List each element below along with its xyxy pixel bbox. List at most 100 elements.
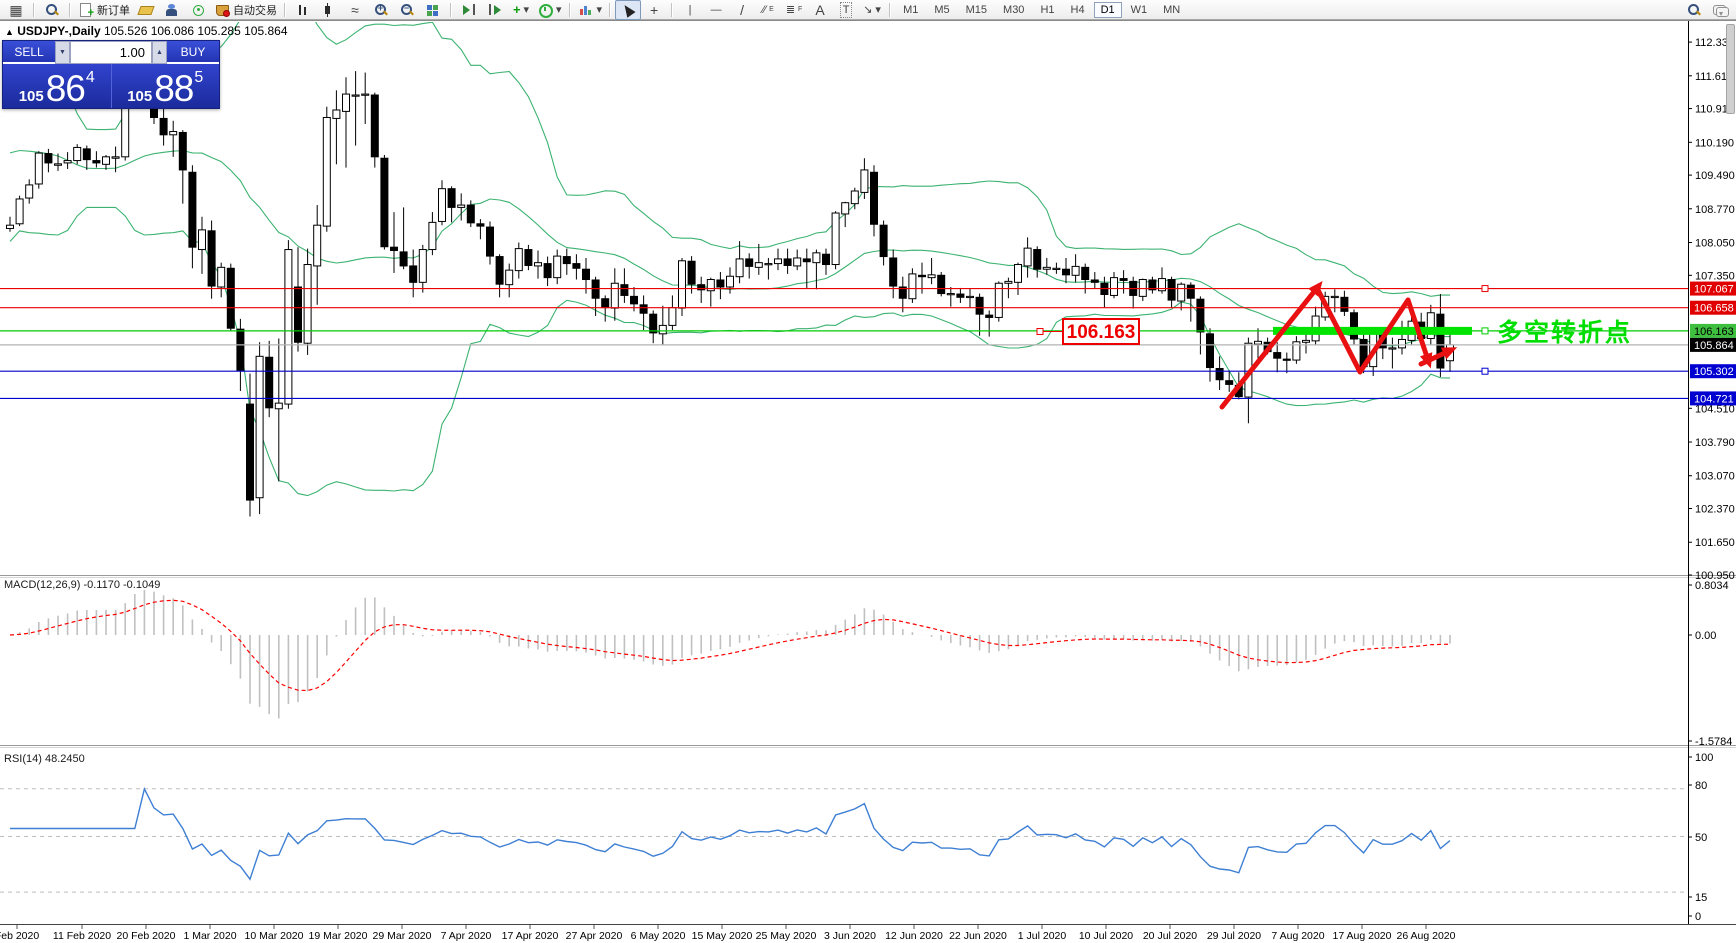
history-center-icon[interactable] bbox=[133, 0, 159, 20]
candlestick-chart-icon[interactable] bbox=[316, 0, 342, 20]
chart-list-icon[interactable]: ▦ bbox=[3, 0, 29, 20]
svg-text:7 Aug 2020: 7 Aug 2020 bbox=[1271, 930, 1324, 942]
timeframe-m5[interactable]: M5 bbox=[927, 2, 956, 18]
search-icon[interactable] bbox=[1681, 0, 1707, 20]
timeframe-h4[interactable]: H4 bbox=[1064, 2, 1092, 18]
autotrading-icon bbox=[214, 3, 230, 17]
buy-button[interactable]: BUY bbox=[167, 41, 219, 64]
text-label-tool[interactable]: T bbox=[833, 0, 859, 20]
channel-tool[interactable]: ⁄⁄E bbox=[755, 0, 781, 20]
svg-text:105.302: 105.302 bbox=[1694, 366, 1734, 378]
svg-text:19 Mar 2020: 19 Mar 2020 bbox=[309, 930, 368, 942]
line-handle[interactable] bbox=[1482, 286, 1488, 292]
svg-text:20 Feb 2020: 20 Feb 2020 bbox=[117, 930, 176, 942]
svg-text:108.770: 108.770 bbox=[1695, 204, 1735, 216]
new-order-button[interactable]: + 新订单 bbox=[75, 0, 133, 20]
autotrading-button[interactable]: 自动交易 bbox=[211, 0, 280, 20]
sell-button[interactable]: SELL bbox=[3, 41, 55, 64]
svg-text:80: 80 bbox=[1695, 780, 1707, 792]
svg-text:6 May 2020: 6 May 2020 bbox=[631, 930, 686, 942]
svg-text:26 Aug 2020: 26 Aug 2020 bbox=[1397, 930, 1456, 942]
arrows-tool[interactable]: ↘▾ bbox=[859, 0, 885, 20]
svg-text:17 Aug 2020: 17 Aug 2020 bbox=[1333, 930, 1392, 942]
text-tool[interactable]: A bbox=[807, 0, 833, 20]
cursor-tool[interactable] bbox=[615, 0, 641, 20]
svg-text:106.163: 106.163 bbox=[1694, 326, 1734, 338]
collapse-arrow-icon[interactable]: ▲ bbox=[5, 27, 14, 37]
svg-text:108.050: 108.050 bbox=[1695, 238, 1735, 250]
svg-text:103.790: 103.790 bbox=[1695, 437, 1735, 449]
sell-price[interactable]: 105 86 4 bbox=[3, 64, 112, 108]
toolbar-separator bbox=[450, 3, 452, 17]
dropdown-arrow-icon: ▾ bbox=[524, 3, 530, 17]
zoom-out-icon[interactable]: − bbox=[394, 0, 420, 20]
fibonacci-tool[interactable]: ≣F bbox=[781, 0, 807, 20]
svg-text:1 Mar 2020: 1 Mar 2020 bbox=[183, 930, 236, 942]
horizontal-line-tool[interactable]: — bbox=[703, 0, 729, 20]
volume-decrease-button[interactable]: ▼ bbox=[55, 41, 70, 64]
accounts-icon[interactable] bbox=[159, 0, 185, 20]
svg-text:100: 100 bbox=[1695, 752, 1713, 764]
new-order-label: 新订单 bbox=[97, 2, 130, 18]
svg-text:106.658: 106.658 bbox=[1694, 303, 1734, 315]
svg-text:0.00: 0.00 bbox=[1695, 630, 1716, 642]
chart-template-icon[interactable]: ▾ bbox=[575, 0, 606, 20]
cursor-icon bbox=[621, 2, 636, 18]
chat-icon[interactable] bbox=[1707, 0, 1733, 20]
timeframe-m1[interactable]: M1 bbox=[896, 2, 925, 18]
toolbar-separator bbox=[609, 3, 611, 17]
timeframe-group: M1M5M15M30H1H4D1W1MN bbox=[895, 2, 1188, 18]
svg-text:107.067: 107.067 bbox=[1694, 284, 1734, 296]
svg-text:107.350: 107.350 bbox=[1695, 270, 1735, 282]
toolbar-separator bbox=[569, 3, 571, 17]
tile-windows-icon[interactable] bbox=[420, 0, 446, 20]
timeframe-h1[interactable]: H1 bbox=[1033, 2, 1061, 18]
svg-text:11 Feb 2020: 11 Feb 2020 bbox=[53, 930, 111, 942]
timeframe-mn[interactable]: MN bbox=[1156, 2, 1187, 18]
svg-text:10 Jul 2020: 10 Jul 2020 bbox=[1079, 930, 1133, 942]
one-click-trade-panel: SELL ▼ 1.00 ▲ BUY 105 86 4 105 88 5 bbox=[2, 40, 220, 109]
svg-text:29 Jul 2020: 29 Jul 2020 bbox=[1207, 930, 1261, 942]
indicators-add-icon[interactable]: +▾ bbox=[508, 0, 534, 20]
timeframe-d1[interactable]: D1 bbox=[1094, 2, 1122, 18]
svg-text:15 May 2020: 15 May 2020 bbox=[692, 930, 753, 942]
line-handle[interactable] bbox=[1482, 328, 1488, 334]
volume-input[interactable]: 1.00 bbox=[70, 41, 152, 64]
trendline-tool[interactable]: / bbox=[729, 0, 755, 20]
bar-chart-icon[interactable] bbox=[290, 0, 316, 20]
line-handle[interactable] bbox=[1482, 368, 1488, 374]
price-chart: 106.163多空转折点112.330111.610110.910110.190… bbox=[0, 0, 1736, 943]
svg-text:101.650: 101.650 bbox=[1695, 537, 1735, 549]
zoom-in-icon[interactable]: + bbox=[368, 0, 394, 20]
chart-shift-icon[interactable] bbox=[482, 0, 508, 20]
turning-point-label[interactable]: 多空转折点 bbox=[1497, 318, 1632, 347]
svg-text:1 Jul 2020: 1 Jul 2020 bbox=[1018, 930, 1067, 942]
svg-text:29 Mar 2020: 29 Mar 2020 bbox=[373, 930, 432, 942]
toolbar-separator bbox=[284, 3, 286, 17]
timeframe-m15[interactable]: M15 bbox=[959, 2, 994, 18]
svg-text:0: 0 bbox=[1695, 911, 1701, 923]
vertical-line-tool[interactable]: | bbox=[677, 0, 703, 20]
timeframe-m30[interactable]: M30 bbox=[996, 2, 1031, 18]
dropdown-arrow-icon: ▾ bbox=[556, 3, 562, 17]
svg-text:0.8034: 0.8034 bbox=[1695, 580, 1729, 592]
crosshair-tool[interactable]: + bbox=[641, 0, 667, 20]
turning-point-band[interactable] bbox=[1273, 327, 1472, 335]
magnifier-icon bbox=[44, 3, 60, 17]
signals-icon[interactable] bbox=[185, 0, 211, 20]
symbol-period: USDJPY-,Daily bbox=[17, 24, 100, 38]
ohlc-readout: 105.526 106.086 105.285 105.864 bbox=[104, 24, 288, 38]
svg-text:50: 50 bbox=[1695, 832, 1707, 844]
svg-text:103.070: 103.070 bbox=[1695, 471, 1735, 483]
svg-text:106.163: 106.163 bbox=[1067, 322, 1136, 343]
volume-increase-button[interactable]: ▲ bbox=[152, 41, 167, 64]
svg-text:22 Jun 2020: 22 Jun 2020 bbox=[949, 930, 1007, 942]
toolbar-separator bbox=[33, 3, 35, 17]
period-clock-icon[interactable]: ▾ bbox=[534, 0, 565, 20]
auto-scroll-icon[interactable] bbox=[456, 0, 482, 20]
line-chart-icon[interactable]: ≈ bbox=[342, 0, 368, 20]
timeframe-w1[interactable]: W1 bbox=[1124, 2, 1155, 18]
vertical-scrollbar-thumb[interactable] bbox=[1726, 24, 1735, 114]
buy-price[interactable]: 105 88 5 bbox=[112, 64, 220, 108]
window-preview-icon[interactable] bbox=[39, 0, 65, 20]
